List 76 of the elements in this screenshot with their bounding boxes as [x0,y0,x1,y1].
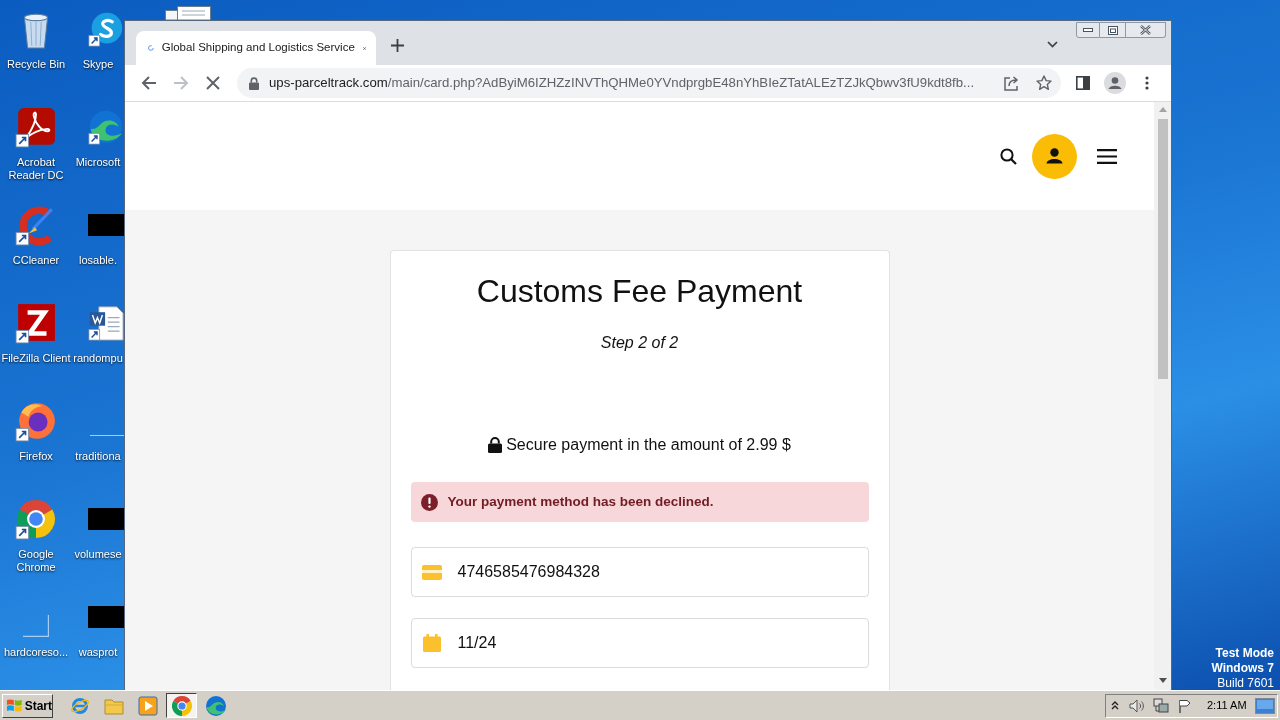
os-notice-text: Windows 7 [1211,661,1274,676]
scrollbar[interactable] [1154,102,1171,690]
chat-logo-icon [88,11,124,47]
desktop-shortcut[interactable]: wasprot [72,588,124,686]
show-desktop-icon[interactable] [1255,697,1275,714]
minimize-icon [1083,28,1093,32]
taskbar-button[interactable] [166,693,197,718]
page-title: Customs Fee Payment [476,272,803,310]
desktop-shortcut[interactable]: Skype [72,0,124,98]
desktop-shortcut[interactable]: Firefox [0,392,72,490]
desktop-shortcut[interactable]: volumese [72,490,124,588]
circle-logo-icon [171,695,192,716]
flag-icon[interactable] [1178,698,1192,713]
restore-button[interactable] [1100,22,1126,38]
corner-outline-icon [23,615,49,637]
desktop-shortcut[interactable]: CCleaner [0,196,72,294]
desktop-shortcut[interactable]: losable. [72,196,124,294]
pdf-logo-icon [15,106,57,148]
search-icon[interactable] [1000,147,1017,165]
wave-logo-icon [205,695,226,716]
browser-tab[interactable]: Global Shipping and Logistics Service [136,31,376,65]
desktop-shortcut[interactable]: randompu [72,294,124,392]
desktop-shortcut[interactable]: Acrobat Reader DC [0,98,72,196]
credit-card-icon [421,564,442,580]
close-button[interactable] [1126,22,1166,38]
desktop-shortcut[interactable]: FileZilla Client [0,294,72,392]
side-panel-icon[interactable] [1076,76,1090,90]
step-indicator: Step 2 of 2 [600,333,679,353]
desktop-shortcut[interactable]: Google Chrome [0,490,72,588]
expiry-date-field[interactable]: 11/24 [410,618,869,668]
desktop-shortcut[interactable]: traditiona [72,392,124,490]
user-avatar-icon[interactable] [1032,133,1077,179]
wave-logo-icon [88,109,124,145]
orbit-logo-icon [69,695,90,716]
url-text: ups-parceltrack.com/main/card.php?AdByiM6IZHZzINVThQHMe0YVndprgbE48nYhBIeZTatALEzTZJkQbwv3fU9kdt8fb... [269,74,976,93]
minimize-button[interactable] [1076,22,1100,38]
lock-icon [488,437,503,453]
calendar-icon [422,634,441,652]
card-number-field[interactable]: 4746585476984328 [410,547,869,597]
error-icon [420,493,438,511]
redacted-icon [88,606,124,628]
build-number-text: Build 7601 [1217,676,1274,691]
redacted-icon [88,508,124,530]
network-icon[interactable] [1153,697,1169,714]
play-icon [137,695,158,716]
fox-globe-icon [15,400,57,442]
faint-line-icon [90,433,124,437]
cross-icon[interactable] [205,76,221,90]
alert-message: Your payment method has been declined. [447,492,714,511]
address-bar[interactable]: ups-parceltrack.com/main/card.php?AdByiM6IZHZzINVThQHMe0YVndprgbE48nYhBIeZTatALEzTZJkQbwv3fU9kdt8fb... [237,68,1061,98]
redacted-icon [88,214,124,236]
star-icon[interactable] [1036,75,1052,91]
chevron-up-icon[interactable] [1111,701,1119,710]
zigzag-logo-icon [15,302,57,344]
scroll-down-arrow-icon[interactable] [1158,678,1167,683]
lock-icon [249,76,259,90]
profile-avatar-icon[interactable] [1104,72,1126,94]
circle-logo-icon [15,498,57,540]
flag-logo-icon [6,698,23,713]
share-icon[interactable] [1004,75,1020,91]
more-menu-icon[interactable] [1145,76,1149,90]
desktop-shortcut[interactable]: Microsoft [72,98,124,196]
restore-icon [1107,25,1118,35]
scrollbar-thumb[interactable] [1157,119,1168,379]
back-arrow-icon[interactable] [141,76,157,90]
plus-icon[interactable] [391,38,404,52]
desktop-shortcut[interactable]: Recycle Bin [0,0,72,98]
chevron-down-icon[interactable] [1047,41,1058,48]
clock[interactable]: 2:11 AM [1207,697,1247,714]
secure-payment-text: Secure payment in the amount of 2.99 $ [506,435,791,455]
speaker-icon[interactable] [1129,698,1145,713]
os-notice-text: Test Mode [1215,646,1274,661]
close-icon [1140,25,1151,35]
desktop-shortcut[interactable]: hardcoreso... [0,588,72,686]
menu-icon[interactable] [1097,148,1117,164]
start-button[interactable]: Start [2,693,53,718]
